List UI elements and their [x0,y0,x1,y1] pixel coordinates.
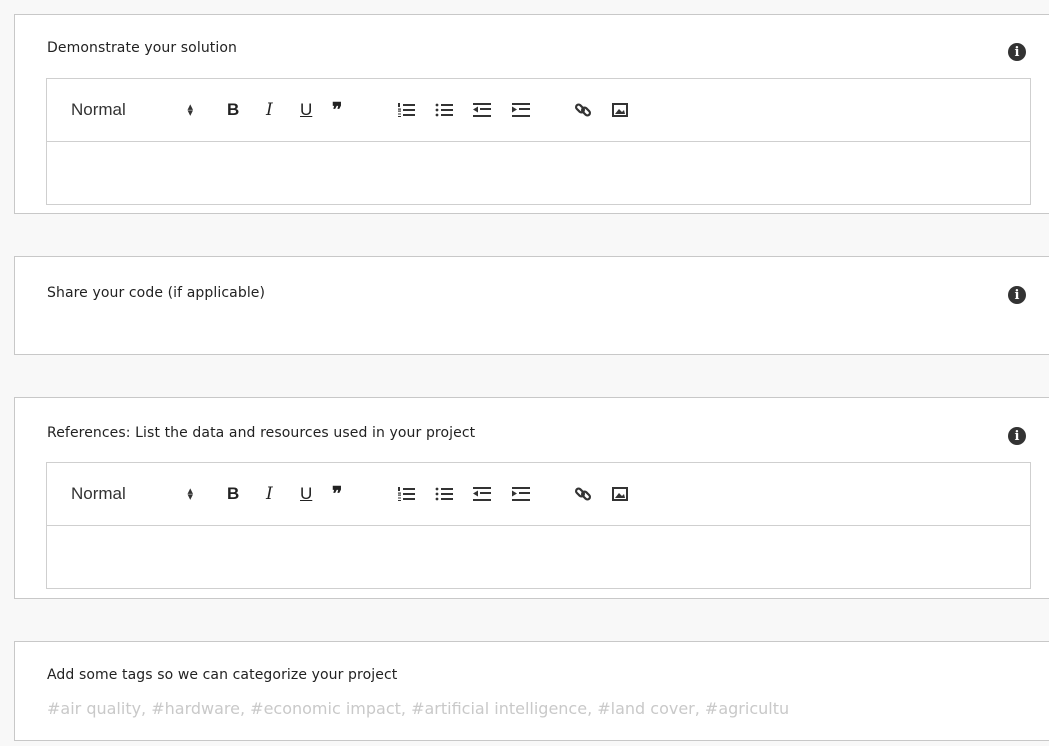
format-select-label: Normal [71,484,126,503]
updown-arrow-icon: ▴ ▾ [187,101,193,119]
underline-button[interactable]: U [300,79,312,141]
references-editor: Normal ▴ ▾ B I U ❞ [46,462,1031,589]
outdent-button[interactable] [473,463,491,525]
bullet-list-icon [435,487,453,501]
references-section: References: List the data and resources … [14,397,1049,599]
image-icon [612,103,628,117]
bullet-list-button[interactable] [435,463,453,525]
blockquote-button[interactable]: ❞ [332,463,342,525]
tags-input[interactable] [47,699,1037,718]
bullet-list-icon [435,103,453,117]
blockquote-button[interactable]: ❞ [332,79,342,141]
image-button[interactable] [612,79,628,141]
tags-title: Add some tags so we can categorize your … [47,667,398,683]
references-title: References: List the data and resources … [47,425,476,441]
outdent-icon [473,103,491,117]
demonstrate-title: Demonstrate your solution [47,40,238,56]
code-section: Share your code (if applicable) i [14,256,1049,355]
demonstrate-editor-content[interactable] [47,142,1030,204]
indent-icon [512,487,530,501]
info-icon[interactable]: i [1008,43,1026,61]
format-select[interactable]: Normal ▴ ▾ [71,79,201,141]
bold-button[interactable]: B [227,463,239,525]
editor-toolbar: Normal ▴ ▾ B I U ❞ [47,463,1030,526]
ordered-list-icon [398,103,415,117]
image-icon [612,487,628,501]
italic-button[interactable]: I [266,79,273,141]
italic-button[interactable]: I [266,463,273,525]
link-icon [574,487,592,501]
outdent-icon [473,487,491,501]
bold-button[interactable]: B [227,79,239,141]
link-button[interactable] [574,463,592,525]
ordered-list-button[interactable] [397,463,415,525]
indent-button[interactable] [512,463,530,525]
code-title: Share your code (if applicable) [47,285,266,301]
updown-arrow-icon: ▴ ▾ [187,485,193,503]
underline-button[interactable]: U [300,463,312,525]
bullet-list-button[interactable] [435,79,453,141]
info-icon[interactable]: i [1008,286,1026,304]
indent-icon [512,103,530,117]
ordered-list-button[interactable] [397,79,415,141]
editor-toolbar: Normal ▴ ▾ B I U ❞ [47,79,1030,142]
ordered-list-icon [398,487,415,501]
format-select-label: Normal [71,100,126,119]
indent-button[interactable] [512,79,530,141]
image-button[interactable] [612,463,628,525]
demonstrate-editor: Normal ▴ ▾ B I U ❞ [46,78,1031,205]
tags-section: Add some tags so we can categorize your … [14,641,1049,741]
info-icon[interactable]: i [1008,427,1026,445]
format-select[interactable]: Normal ▴ ▾ [71,463,201,525]
demonstrate-section: Demonstrate your solution i Normal ▴ ▾ B … [14,14,1049,214]
references-editor-content[interactable] [47,526,1030,588]
outdent-button[interactable] [473,79,491,141]
link-icon [574,103,592,117]
link-button[interactable] [574,79,592,141]
